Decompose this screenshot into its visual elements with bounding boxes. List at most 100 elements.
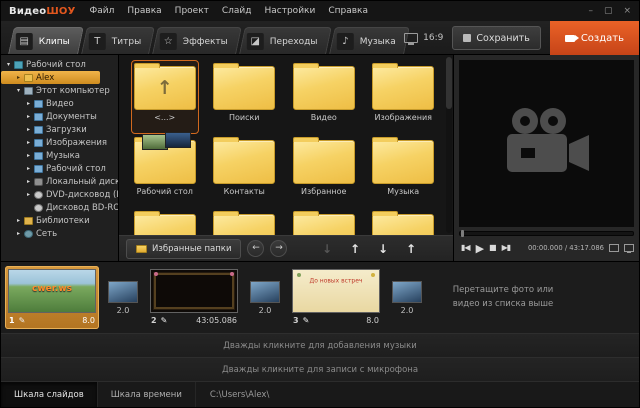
folder-item[interactable] (131, 208, 199, 235)
folder-favorites[interactable]: Избранное (290, 134, 358, 208)
tree-item-label: Рабочий стол (46, 164, 106, 174)
expand-arrow-icon[interactable]: ▸ (14, 230, 23, 237)
edit-slide-icon[interactable]: ✎ (303, 317, 310, 325)
expand-arrow-icon[interactable]: ▸ (24, 191, 33, 198)
tree-item-label: Рабочий стол (26, 60, 86, 70)
scrollbar-thumb[interactable] (446, 57, 452, 109)
timeline-slide-1[interactable]: cwer.ws 1 ✎ 8.0 (5, 266, 99, 329)
previous-slide-button[interactable]: ▮◀ (459, 244, 472, 252)
create-button[interactable]: Создать (550, 21, 639, 55)
add-all-button[interactable]: ↑ (400, 242, 422, 256)
transition-thumbnail (108, 281, 138, 303)
play-button[interactable]: ▶ (474, 243, 485, 254)
expand-arrow-icon[interactable]: ▸ (14, 74, 23, 81)
close-button[interactable]: × (623, 7, 631, 16)
menu-project[interactable]: Проект (175, 6, 209, 16)
folder-item[interactable] (290, 208, 358, 235)
favorite-folders-button[interactable]: Избранные папки (126, 239, 241, 259)
tree-item-pictures[interactable]: ▸Изображения (1, 136, 118, 149)
fullscreen-icon[interactable] (624, 244, 634, 252)
tree-item-music[interactable]: ▸Музыка (1, 149, 118, 162)
tree-item-bdrom-drive[interactable]: Дисковод BD-ROM (1, 201, 118, 214)
expand-arrow-icon[interactable]: ▸ (24, 152, 33, 159)
tree-item-this-pc[interactable]: ▾Этот компьютер (1, 84, 118, 97)
folder-desktop[interactable]: Рабочий стол (131, 134, 199, 208)
stop-button[interactable]: ■ (487, 244, 498, 252)
move-up-button[interactable]: ↑ (344, 242, 366, 256)
tree-item-desktop-folder[interactable]: ▸ Рабочий стол (1, 162, 118, 175)
main-area: ▾Рабочий стол ▸Alex ▾Этот компьютер ▸Вид… (1, 55, 639, 261)
folder-item[interactable] (211, 208, 279, 235)
tab-time-scale[interactable]: Шкала времени (98, 382, 196, 407)
tree-item-desktop[interactable]: ▾ Рабочий стол (1, 58, 118, 71)
tree-item-documents[interactable]: ▸Документы (1, 110, 118, 123)
expand-arrow-icon[interactable]: ▾ (4, 61, 13, 68)
music-track[interactable]: Дважды кликните для добавления музыки (1, 333, 639, 357)
scrollbar[interactable] (446, 57, 452, 233)
frame-decoration (154, 273, 234, 309)
transition-1[interactable]: 2.0 (106, 266, 140, 329)
timeline-slide-3[interactable]: До новых встреч 3 ✎ 8.0 (289, 266, 383, 329)
minimize-button[interactable]: – (588, 7, 593, 16)
folder-searches[interactable]: Поиски (211, 60, 279, 134)
seek-handle[interactable] (461, 230, 464, 237)
folder-videos[interactable]: Видео (290, 60, 358, 134)
add-selected-button[interactable]: ↓ (372, 242, 394, 256)
tab-transitions[interactable]: ◪Переходы (240, 27, 332, 54)
tree-item-alex[interactable]: ▸Alex (1, 71, 100, 84)
computer-icon (24, 87, 33, 95)
folder-music[interactable]: Музыка (370, 134, 438, 208)
microphone-track[interactable]: Дважды кликните для записи с микрофона (1, 357, 639, 381)
next-slide-button[interactable]: ▶▮ (500, 244, 513, 252)
forward-button[interactable]: → (270, 240, 287, 257)
folder-contacts[interactable]: Контакты (211, 134, 279, 208)
move-down-button[interactable]: ↓ (316, 242, 338, 256)
transition-3[interactable]: 2.0 (390, 266, 424, 329)
folder-icon: ↑ (134, 66, 196, 110)
menu-settings[interactable]: Настройки (265, 6, 316, 16)
tab-effects[interactable]: ☆Эффекты (153, 27, 243, 54)
menu-slide[interactable]: Слайд (222, 6, 252, 16)
folder-icon (34, 165, 43, 173)
transition-duration: 2.0 (259, 306, 272, 315)
tab-music[interactable]: ♪Музыка (329, 27, 410, 54)
expand-arrow-icon[interactable]: ▸ (24, 113, 33, 120)
tree-item-libraries[interactable]: ▸Библиотеки (1, 214, 118, 227)
transition-thumbnail (392, 281, 422, 303)
timeline-slide-2[interactable]: 2 ✎ 43:05.086 (147, 266, 241, 329)
folder-item[interactable] (370, 208, 438, 235)
expand-arrow-icon[interactable]: ▸ (14, 217, 23, 224)
seek-bar[interactable] (459, 231, 634, 236)
maximize-button[interactable]: ▢ (604, 7, 613, 16)
tab-slide-scale[interactable]: Шкала слайдов (1, 382, 98, 407)
tab-titles[interactable]: TТитры (81, 27, 155, 54)
tab-clips[interactable]: ▤Клипы (8, 27, 84, 54)
expand-arrow-icon[interactable]: ▸ (24, 126, 33, 133)
slide-meta: 3 ✎ 8.0 (292, 315, 380, 326)
fit-view-icon[interactable] (609, 244, 619, 252)
menu-file[interactable]: Файл (90, 6, 115, 16)
tree-item-downloads[interactable]: ▸Загрузки (1, 123, 118, 136)
transition-2[interactable]: 2.0 (248, 266, 282, 329)
video-preview[interactable] (459, 60, 634, 227)
menu-edit[interactable]: Правка (127, 6, 161, 16)
edit-slide-icon[interactable]: ✎ (161, 317, 168, 325)
tree-item-local-disk-c[interactable]: ▸Локальный диск (C:) (1, 175, 118, 188)
expand-arrow-icon[interactable]: ▸ (24, 178, 33, 185)
transition-duration: 2.0 (117, 306, 130, 315)
folder-pictures[interactable]: Изображения (370, 60, 438, 134)
folder-up[interactable]: ↑ <...> (131, 60, 199, 134)
tree-item-dvd-drive[interactable]: ▸DVD-дисковод (D:) (1, 188, 118, 201)
expand-arrow-icon[interactable]: ▸ (24, 165, 33, 172)
tree-item-network[interactable]: ▸Сеть (1, 227, 118, 240)
expand-arrow-icon[interactable]: ▸ (24, 100, 33, 107)
folder-icon (213, 140, 275, 184)
back-button[interactable]: ← (247, 240, 264, 257)
folder-icon (136, 245, 147, 253)
edit-slide-icon[interactable]: ✎ (19, 317, 26, 325)
save-button[interactable]: Сохранить (452, 26, 540, 50)
expand-arrow-icon[interactable]: ▾ (14, 87, 23, 94)
menu-help[interactable]: Справка (328, 6, 368, 16)
expand-arrow-icon[interactable]: ▸ (24, 139, 33, 146)
tree-item-videos[interactable]: ▸Видео (1, 97, 118, 110)
